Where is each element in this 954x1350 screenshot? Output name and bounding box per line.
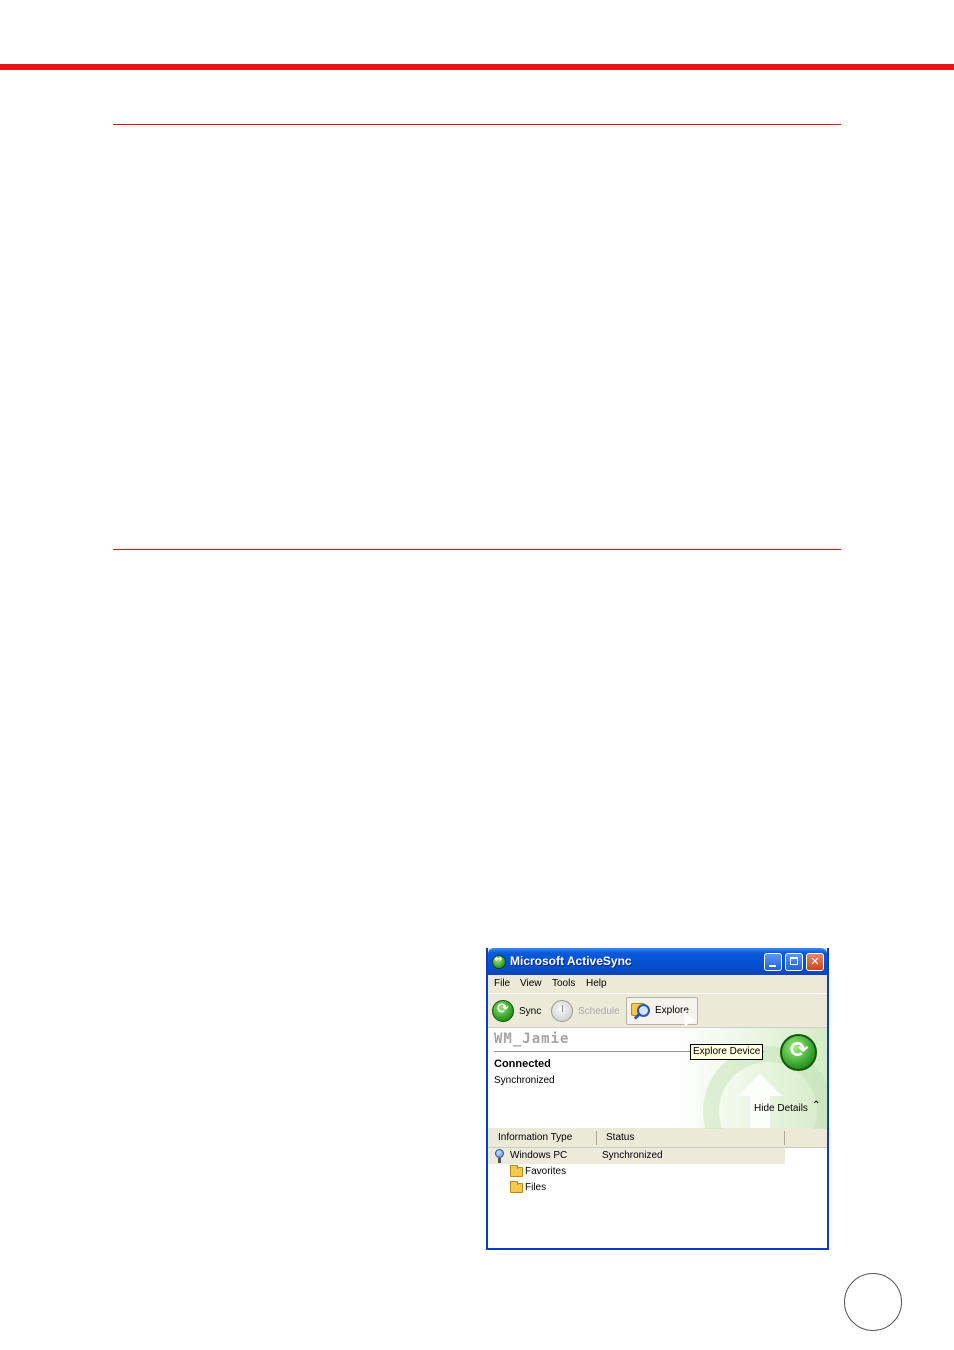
activesync-window: Microsoft ActiveSync ✕ File View Tools H… bbox=[486, 948, 829, 1250]
explore-device-tooltip: Explore Device bbox=[690, 1044, 764, 1060]
section-divider-middle bbox=[113, 549, 841, 550]
double-chevron-up-icon[interactable]: ⌃ bbox=[812, 1100, 820, 1111]
sync-status: Synchronized bbox=[494, 1075, 555, 1086]
menu-tools[interactable]: Tools bbox=[552, 978, 575, 989]
schedule-label: Schedule bbox=[578, 1006, 620, 1017]
list-item-type: Favorites bbox=[525, 1166, 567, 1177]
schedule-button[interactable]: Schedule bbox=[551, 998, 623, 1024]
column-header-status[interactable]: Status bbox=[606, 1132, 634, 1143]
list-item-status: Synchronized bbox=[602, 1150, 663, 1161]
section-divider-top bbox=[113, 124, 841, 125]
column-header-information-type[interactable]: Information Type bbox=[498, 1132, 572, 1143]
window-title: Microsoft ActiveSync bbox=[510, 954, 632, 968]
list-item-type: Windows PC bbox=[510, 1150, 568, 1161]
device-name: WM_Jamie bbox=[494, 1031, 570, 1047]
column-separator[interactable] bbox=[784, 1131, 785, 1145]
window-titlebar[interactable]: Microsoft ActiveSync ✕ bbox=[488, 948, 827, 975]
toolbar: Sync Schedule Explore bbox=[488, 993, 827, 1028]
computer-stand bbox=[498, 1158, 501, 1163]
hide-details-link[interactable]: Hide Details bbox=[754, 1103, 808, 1114]
column-separator[interactable] bbox=[596, 1131, 597, 1145]
sync-button[interactable]: Sync bbox=[492, 998, 544, 1024]
menu-file[interactable]: File bbox=[494, 978, 510, 989]
header-red-bar bbox=[0, 64, 954, 70]
folder-sync-icon bbox=[510, 1181, 523, 1193]
menu-help[interactable]: Help bbox=[586, 978, 607, 989]
folder-icon bbox=[510, 1165, 523, 1177]
list-item-favorites[interactable]: Favorites bbox=[488, 1164, 785, 1180]
sync-icon bbox=[492, 1000, 514, 1022]
menu-bar: File View Tools Help bbox=[488, 975, 827, 993]
explore-button[interactable]: Explore bbox=[626, 997, 698, 1026]
list-item-type: Files bbox=[525, 1182, 547, 1193]
activesync-app-icon bbox=[492, 954, 506, 969]
sync-label: Sync bbox=[519, 1006, 542, 1017]
large-sync-icon[interactable] bbox=[780, 1034, 817, 1071]
menu-view[interactable]: View bbox=[520, 978, 542, 989]
page-number-badge bbox=[844, 1273, 902, 1331]
watermark-arrow bbox=[738, 1074, 782, 1096]
maximize-button[interactable] bbox=[785, 953, 803, 971]
minimize-button[interactable] bbox=[764, 953, 782, 971]
connection-status: Connected bbox=[494, 1058, 551, 1070]
mouse-cursor-icon bbox=[678, 1008, 696, 1026]
information-type-list: Windows PC Synchronized Favorites Files bbox=[488, 1148, 827, 1248]
clock-icon bbox=[551, 1000, 573, 1022]
list-header: Information Type Status bbox=[488, 1129, 827, 1148]
computer-icon bbox=[495, 1149, 504, 1158]
list-item-files[interactable]: Files bbox=[488, 1180, 785, 1196]
list-item-windows-pc[interactable]: Windows PC Synchronized bbox=[488, 1148, 785, 1164]
device-status-panel: WM_Jamie Connected Synchronized Explore … bbox=[488, 1027, 827, 1176]
close-button[interactable]: ✕ bbox=[806, 953, 824, 971]
